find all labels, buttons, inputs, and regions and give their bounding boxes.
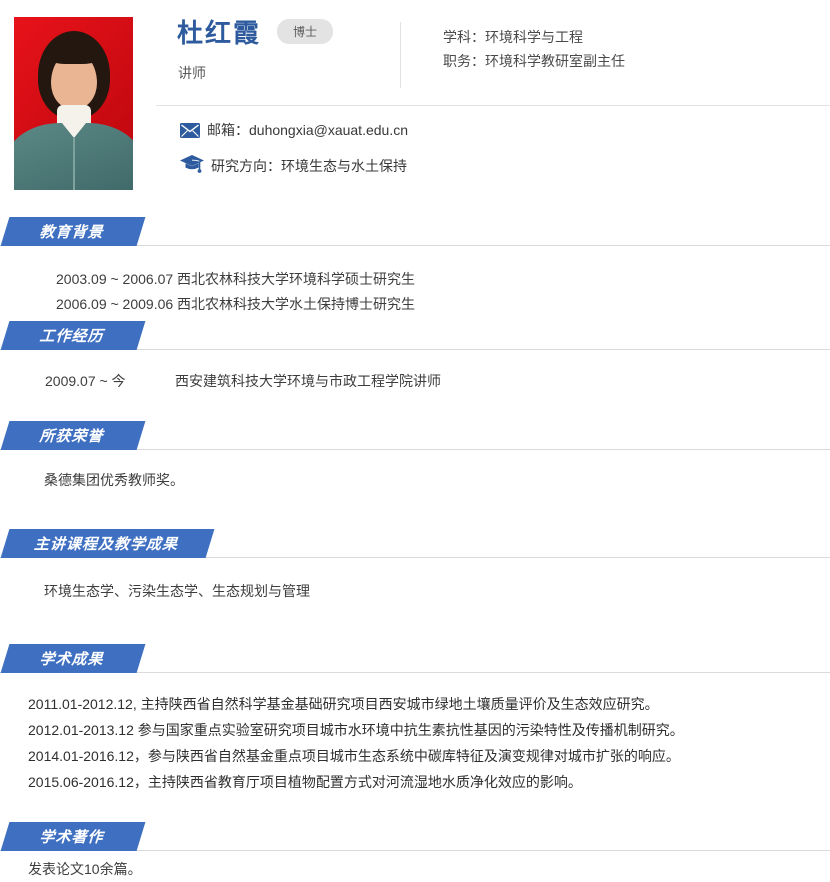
position-text: 职务：环境科学教研室副主任 [443,49,625,73]
education-detail: 西北农林科技大学环境科学硕士研究生 [177,267,415,292]
achievement-item: 2012.01-2013.12 参与国家重点实验室研究项目城市水环境中抗生素抗性… [28,717,810,743]
publications-text: 发表论文10余篇。 [28,857,830,882]
section-title: 教育背景 [38,221,108,242]
honors-text: 桑德集团优秀教师奖。 [44,468,830,493]
section-title: 工作经历 [38,325,108,346]
work-period: 2009.07 ~ 今 [45,369,175,394]
education-detail: 西北农林科技大学水土保持博士研究生 [177,292,415,317]
photo-bangs [46,42,102,64]
mail-icon [180,123,200,138]
vertical-divider [400,22,401,88]
education-period: 2003.09 ~ 2006.07 [56,267,177,292]
section-header-publications: 学术著作 [0,823,830,851]
section-ribbon: 所获荣誉 [1,421,146,450]
section-title: 学术成果 [38,648,108,669]
section-header-work: 工作经历 [0,322,830,350]
degree-badge: 博士 [277,19,333,44]
section-header-honors: 所获荣誉 [0,422,830,450]
work-detail: 西安建筑科技大学环境与市政工程学院讲师 [175,369,441,394]
research-row: 研究方向：环境生态与水土保持 [180,155,407,177]
education-list: 2003.09 ~ 2006.07 西北农林科技大学环境科学硕士研究生 2006… [0,246,830,322]
section-ribbon: 主讲课程及教学成果 [1,529,215,558]
section-ribbon: 教育背景 [1,217,146,246]
achievement-item: 2015.06-2016.12，主持陕西省教育厅项目植物配置方式对河流湿地水质净… [28,769,810,795]
research-text: 研究方向：环境生态与水土保持 [211,156,407,176]
education-row: 2006.09 ~ 2009.06 西北农林科技大学水土保持博士研究生 [56,292,830,317]
name-row: 杜红霞 博士 [177,13,333,50]
courses-text: 环境生态学、污染生态学、生态规划与管理 [44,579,830,604]
section-header-achievements: 学术成果 [0,645,830,673]
work-list: 2009.07 ~ 今 西安建筑科技大学环境与市政工程学院讲师 [0,350,830,406]
education-row: 2003.09 ~ 2006.07 西北农林科技大学环境科学硕士研究生 [56,267,830,292]
section-title: 主讲课程及教学成果 [32,533,182,554]
profile-header: 杜红霞 博士 讲师 学科：环境科学与工程 职务：环境科学教研室副主任 邮箱：du… [0,0,830,218]
email-text: 邮箱：duhongxia@xauat.edu.cn [207,120,408,140]
section-title: 所获荣誉 [38,425,108,446]
email-row: 邮箱：duhongxia@xauat.edu.cn [180,120,408,140]
profile-photo [14,17,133,190]
person-name: 杜红霞 [177,13,261,50]
work-row: 2009.07 ~ 今 西安建筑科技大学环境与市政工程学院讲师 [45,369,830,394]
section-title: 学术著作 [38,826,108,847]
section-header-education: 教育背景 [0,218,830,246]
discipline-text: 学科：环境科学与工程 [443,25,625,49]
section-ribbon: 学术成果 [1,644,146,673]
achievement-item: 2011.01-2012.12, 主持陕西省自然科学基金基础研究项目西安城市绿地… [28,691,810,717]
section-header-courses: 主讲课程及教学成果 [0,530,830,558]
section-ribbon: 学术著作 [1,822,146,851]
courses-body: 环境生态学、污染生态学、生态规划与管理 [0,558,830,629]
job-title: 讲师 [178,63,206,83]
education-period: 2006.09 ~ 2009.06 [56,292,177,317]
header-divider [156,105,830,106]
publications-body: 发表论文10余篇。 [0,851,830,882]
achievement-item: 2014.01-2016.12，参与陕西省自然基金重点项目城市生态系统中碳库特征… [28,743,810,769]
graduation-cap-icon [180,155,204,177]
meta-info: 学科：环境科学与工程 职务：环境科学教研室副主任 [443,25,625,73]
photo-zipper [73,137,75,190]
section-ribbon: 工作经历 [1,321,146,350]
honors-body: 桑德集团优秀教师奖。 [0,450,830,511]
achievements-list: 2011.01-2012.12, 主持陕西省自然科学基金基础研究项目西安城市绿地… [0,673,830,813]
